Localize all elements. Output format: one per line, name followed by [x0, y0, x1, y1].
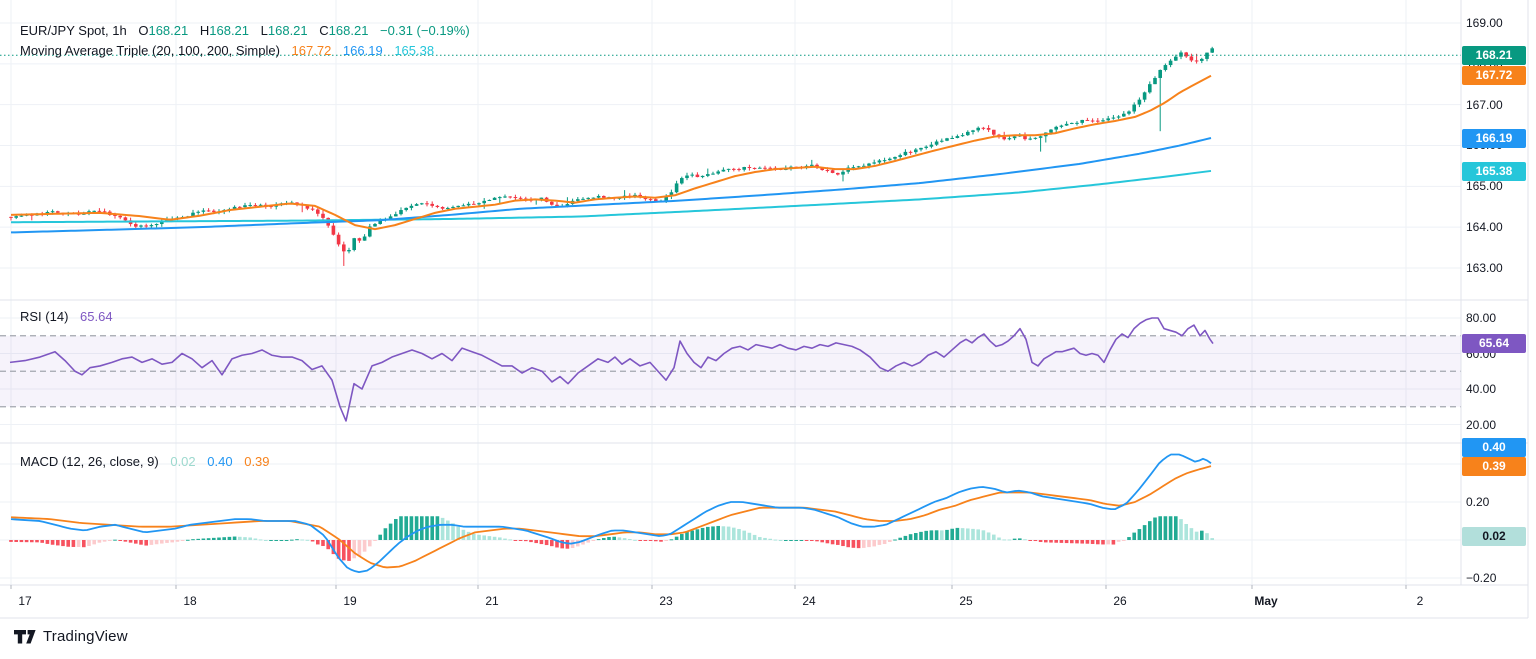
- symbol-title: EUR/JPY Spot, 1h: [20, 23, 127, 38]
- ohlc-close: C168.21: [319, 23, 368, 38]
- axis-price-badge[interactable]: 167.72: [1462, 66, 1526, 85]
- time-tick-label: 24: [779, 594, 839, 608]
- axis-price-badge[interactable]: 165.38: [1462, 162, 1526, 181]
- time-tick-label: 19: [320, 594, 380, 608]
- macd-indicator-title: MACD (12, 26, close, 9): [20, 454, 159, 469]
- rsi-value: 65.64: [80, 309, 113, 324]
- rsi-indicator-title: RSI (14): [20, 309, 68, 324]
- rsi-legend-row[interactable]: RSI (14) 65.64: [20, 307, 113, 327]
- macd-hist-value: 0.02: [170, 454, 195, 469]
- time-tick-label: 21: [462, 594, 522, 608]
- symbol-legend-row[interactable]: EUR/JPY Spot, 1h O168.21 H168.21 L168.21…: [20, 21, 470, 41]
- rsi-tick-label: 20.00: [1466, 418, 1528, 432]
- candlestick-layer: [9, 47, 1214, 266]
- ohlc-open: O168.21: [138, 23, 188, 38]
- time-tick-label: 2: [1390, 594, 1450, 608]
- rsi-tick-label: 80.00: [1466, 311, 1528, 325]
- time-tick-label: 26: [1090, 594, 1150, 608]
- price-tick-label: 164.00: [1466, 220, 1528, 234]
- ma200-value: 165.38: [394, 43, 434, 58]
- price-tick-label: 165.00: [1466, 179, 1528, 193]
- ma100-value: 166.19: [343, 43, 383, 58]
- ohlc-low: L168.21: [261, 23, 308, 38]
- price-tick-label: 163.00: [1466, 261, 1528, 275]
- tradingview-logo-text: TradingView: [43, 628, 128, 645]
- ma-indicator-title: Moving Average Triple (20, 100, 200, Sim…: [20, 43, 280, 58]
- ma20-value: 167.72: [292, 43, 332, 58]
- axis-price-badge[interactable]: 0.40: [1462, 438, 1526, 457]
- time-tick-label: 23: [636, 594, 696, 608]
- time-tick-label: May: [1236, 594, 1296, 608]
- tradingview-attribution[interactable]: TradingView: [14, 628, 128, 645]
- macd-tick-label: −0.20: [1466, 571, 1528, 585]
- macd-layer: [9, 455, 1214, 573]
- axis-price-badge[interactable]: 0.02: [1462, 527, 1526, 546]
- rsi-tick-label: 40.00: [1466, 382, 1528, 396]
- axis-price-badge[interactable]: 65.64: [1462, 334, 1526, 353]
- tradingview-logo-icon: [14, 630, 36, 644]
- chart-canvas[interactable]: [0, 0, 1536, 659]
- axis-price-badge[interactable]: 166.19: [1462, 129, 1526, 148]
- time-tick-label: 18: [160, 594, 220, 608]
- time-tick-label: 25: [936, 594, 996, 608]
- macd-tick-label: 0.20: [1466, 495, 1528, 509]
- trading-chart-app: EUR/JPY Spot, 1h O168.21 H168.21 L168.21…: [0, 0, 1536, 659]
- time-tick-label: 17: [0, 594, 55, 608]
- axis-price-badge[interactable]: 168.21: [1462, 46, 1526, 65]
- macd-legend-row[interactable]: MACD (12, 26, close, 9) 0.02 0.40 0.39: [20, 452, 270, 472]
- price-tick-label: 167.00: [1466, 98, 1528, 112]
- ma-legend-row[interactable]: Moving Average Triple (20, 100, 200, Sim…: [20, 41, 434, 61]
- price-tick-label: 169.00: [1466, 16, 1528, 30]
- ohlc-high: H168.21: [200, 23, 249, 38]
- axis-price-badge[interactable]: 0.39: [1462, 457, 1526, 476]
- price-change: −0.31 (−0.19%): [380, 23, 470, 38]
- macd-line-value: 0.40: [207, 454, 232, 469]
- macd-signal-value: 0.39: [244, 454, 269, 469]
